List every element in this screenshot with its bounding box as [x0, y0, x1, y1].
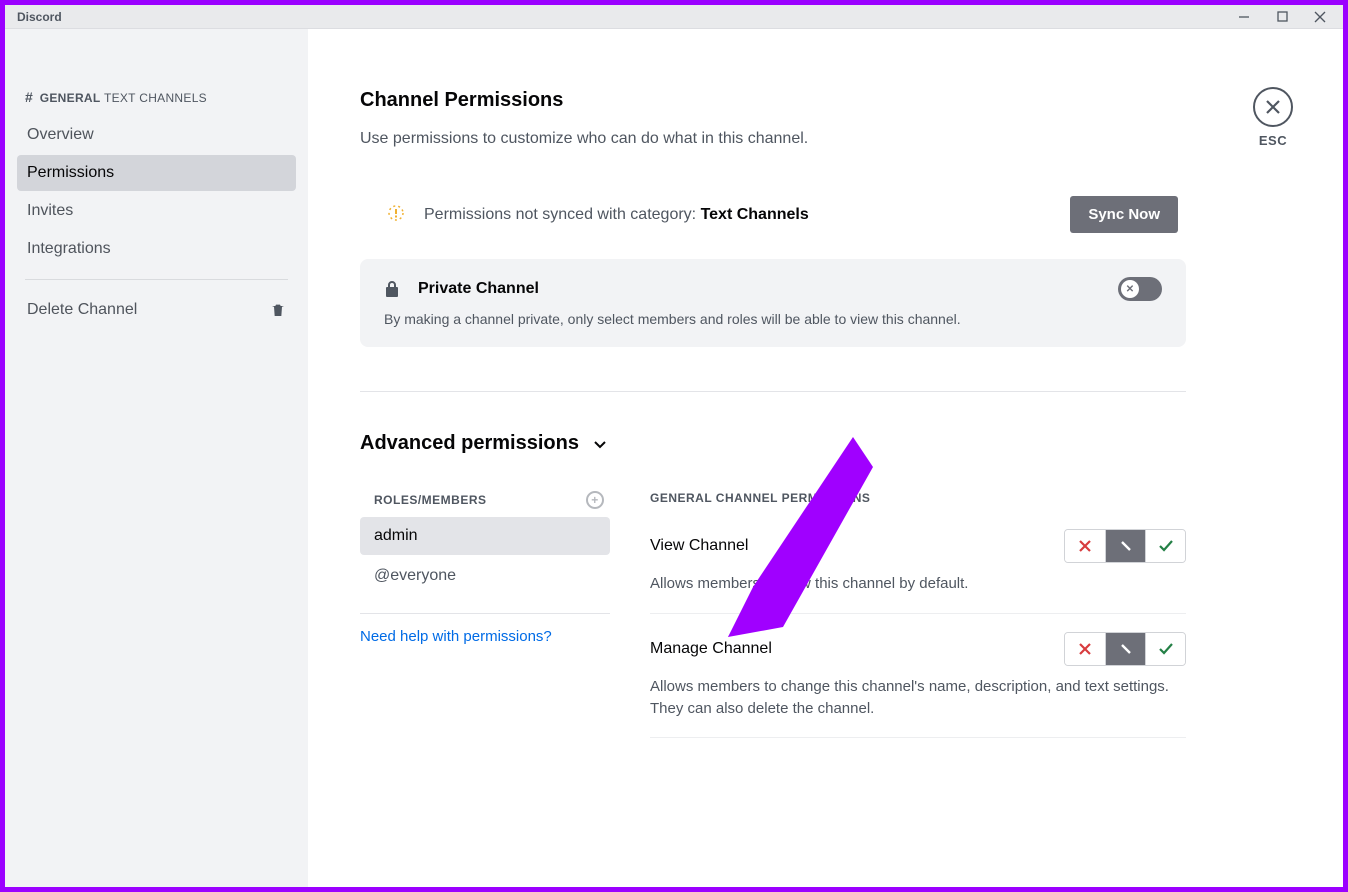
permission-name: View Channel	[650, 537, 748, 555]
close-settings-button[interactable]: ESC	[1253, 87, 1293, 148]
sidebar-header: # GENERAL TEXT CHANNELS	[17, 89, 296, 117]
chevron-down-icon	[593, 437, 607, 451]
permission-separator	[650, 613, 1186, 614]
hash-icon: #	[25, 89, 33, 105]
content-area: ESC Channel Permissions Use permissions …	[308, 29, 1343, 887]
role-label: admin	[374, 527, 418, 544]
page-title: Channel Permissions	[360, 89, 1303, 112]
settings-sidebar: # GENERAL TEXT CHANNELS Overview Permiss…	[5, 29, 308, 887]
sidebar-item-permissions[interactable]: Permissions	[17, 155, 296, 191]
close-window-button[interactable]	[1305, 7, 1335, 27]
permission-allow-button[interactable]	[1145, 530, 1185, 562]
permission-deny-button[interactable]	[1065, 633, 1105, 665]
permission-row: View Channel Allows members to view this…	[650, 529, 1186, 595]
permission-description: Allows members to view this channel by d…	[650, 573, 1186, 595]
sidebar-item-label: Invites	[27, 202, 73, 220]
sidebar-separator	[25, 279, 288, 280]
window-controls	[1229, 7, 1335, 27]
permission-row: Manage Channel Allows members to change …	[650, 632, 1186, 720]
sidebar-item-delete[interactable]: Delete Channel	[17, 292, 296, 328]
permission-neutral-button[interactable]	[1105, 633, 1145, 665]
role-item-everyone[interactable]: @everyone	[360, 557, 610, 595]
sidebar-item-overview[interactable]: Overview	[17, 117, 296, 153]
permission-allow-button[interactable]	[1145, 633, 1185, 665]
roles-separator	[360, 613, 610, 614]
sidebar-item-label: Delete Channel	[27, 301, 137, 319]
sidebar-item-label: Overview	[27, 126, 94, 144]
advanced-permissions-header[interactable]: Advanced permissions	[360, 432, 1303, 455]
permissions-column: GENERAL CHANNEL PERMISSIONS View Channel…	[650, 491, 1186, 756]
role-label: @everyone	[374, 567, 456, 584]
sidebar-channel-name: GENERAL	[40, 91, 101, 105]
advanced-permissions-title: Advanced permissions	[360, 432, 579, 455]
toggle-off-icon: ✕	[1126, 284, 1134, 295]
permission-description: Allows members to change this channel's …	[650, 676, 1186, 720]
page-description: Use permissions to customize who can do …	[360, 130, 1303, 148]
section-divider	[360, 391, 1186, 392]
permissions-help-link[interactable]: Need help with permissions?	[360, 628, 552, 645]
sidebar-item-integrations[interactable]: Integrations	[17, 231, 296, 267]
roles-header-label: ROLES/MEMBERS	[374, 493, 487, 507]
sidebar-category-label: TEXT CHANNELS	[104, 91, 207, 105]
add-role-button[interactable]: +	[586, 491, 604, 509]
sidebar-item-label: Integrations	[27, 240, 111, 258]
private-channel-card: Private Channel ✕ By making a channel pr…	[360, 259, 1186, 347]
esc-label: ESC	[1253, 133, 1293, 148]
warning-icon	[388, 205, 404, 224]
minimize-button[interactable]	[1229, 7, 1259, 27]
roles-column: ROLES/MEMBERS + admin @everyone Need hel…	[360, 491, 610, 756]
app-title: Discord	[17, 10, 62, 24]
sync-text: Permissions not synced with category: Te…	[424, 206, 1070, 224]
permission-deny-button[interactable]	[1065, 530, 1105, 562]
permission-tri-toggle	[1064, 632, 1186, 666]
trash-icon	[270, 302, 286, 318]
sidebar-item-label: Permissions	[27, 164, 114, 182]
permission-neutral-button[interactable]	[1105, 530, 1145, 562]
sync-notice: Permissions not synced with category: Te…	[360, 196, 1186, 233]
lock-icon	[384, 280, 400, 298]
permission-separator	[650, 737, 1186, 738]
private-channel-title: Private Channel	[418, 280, 1118, 298]
permission-name: Manage Channel	[650, 640, 772, 658]
close-icon	[1264, 98, 1282, 116]
private-channel-description: By making a channel private, only select…	[384, 311, 1162, 327]
maximize-button[interactable]	[1267, 7, 1297, 27]
permission-tri-toggle	[1064, 529, 1186, 563]
role-item-admin[interactable]: admin	[360, 517, 610, 555]
titlebar: Discord	[5, 5, 1343, 29]
permissions-section-title: GENERAL CHANNEL PERMISSIONS	[650, 491, 1186, 505]
sidebar-item-invites[interactable]: Invites	[17, 193, 296, 229]
sync-now-button[interactable]: Sync Now	[1070, 196, 1178, 233]
private-channel-toggle[interactable]: ✕	[1118, 277, 1162, 301]
